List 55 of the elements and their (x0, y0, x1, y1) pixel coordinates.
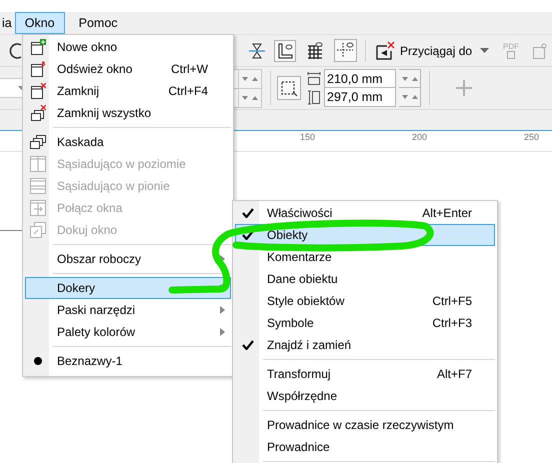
spinner-icon (241, 94, 259, 100)
window-arrow-icon (30, 200, 46, 216)
menu-item[interactable]: Palety kolorów (25, 321, 231, 343)
hourglass-icon[interactable] (249, 42, 265, 60)
grid-icon[interactable] (306, 42, 324, 60)
page-cross-icon[interactable] (375, 40, 395, 60)
crosshair-icon[interactable] (334, 39, 357, 62)
cascade-icon (30, 134, 46, 150)
spinner-icon (400, 76, 418, 82)
menu-item[interactable]: Nowe okno (25, 36, 231, 58)
size-field[interactable]: 297,0 mm (324, 88, 396, 107)
ruler-label: 200 (412, 132, 428, 142)
menu-bar-item[interactable]: Pomoc (68, 12, 128, 34)
caret-icon (480, 48, 490, 53)
menu-item[interactable]: Zamknij wszystko (25, 102, 231, 124)
snap-dropdown[interactable]: Przyciągaj do (398, 44, 492, 58)
menu-item[interactable]: Współrzędne (235, 385, 495, 407)
window-diagonal-icon (30, 222, 46, 238)
windows-cross-icon (30, 105, 46, 121)
spinner-button[interactable] (399, 69, 421, 88)
menu-item[interactable]: Odśwież okno Ctrl+W (25, 58, 231, 80)
ruler-label: 250 (524, 132, 540, 142)
ruler-label: 150 (300, 132, 316, 142)
menu-item[interactable]: Symbole Ctrl+F3 (235, 312, 495, 334)
menu-item[interactable]: Prowadnice w czasie rzeczywistym (235, 414, 495, 436)
page-icon (507, 51, 516, 59)
menu-item[interactable]: Transformuj Alt+F7 (235, 363, 495, 385)
menu-bar-item[interactable]: Okno (14, 12, 65, 34)
height-icon (307, 90, 321, 105)
menu-item[interactable]: Paski narzędzi (25, 299, 231, 321)
plus-icon (456, 80, 472, 96)
spinner-icon (400, 94, 418, 100)
spinner-button[interactable] (399, 88, 421, 107)
width-icon (307, 71, 321, 86)
window-plus-icon (30, 39, 46, 55)
menu-item[interactable]: Style obiektów Ctrl+F5 (235, 290, 495, 312)
window-arrows-icon (30, 61, 46, 77)
menu-item[interactable]: Beznazwy-1 (25, 350, 231, 372)
page-frame-icon[interactable] (277, 76, 301, 100)
ruler-icon[interactable] (274, 40, 296, 62)
menu-item[interactable]: Zamknij Ctrl+F4 (25, 80, 231, 102)
size-field[interactable]: 210,0 mm (324, 69, 396, 88)
menu-item[interactable]: Prowadnice (235, 436, 495, 458)
spinner-icon (241, 76, 259, 82)
menu-item[interactable]: Znajdź i zamień (235, 334, 495, 356)
menu-item[interactable]: Właściwości Alt+Enter (235, 202, 495, 224)
columns-icon (30, 156, 46, 172)
arc-icon[interactable] (9, 42, 23, 60)
menu-item[interactable]: Obszar roboczy (25, 248, 231, 270)
menu-item[interactable]: Kaskada (25, 131, 231, 153)
rows-icon (30, 178, 46, 194)
menu-item[interactable]: Komentarze (235, 246, 495, 268)
menu-bar-item[interactable]: ia (0, 12, 15, 34)
menu-item[interactable]: Dane obiektu (235, 268, 495, 290)
window-cross-icon (30, 83, 46, 99)
